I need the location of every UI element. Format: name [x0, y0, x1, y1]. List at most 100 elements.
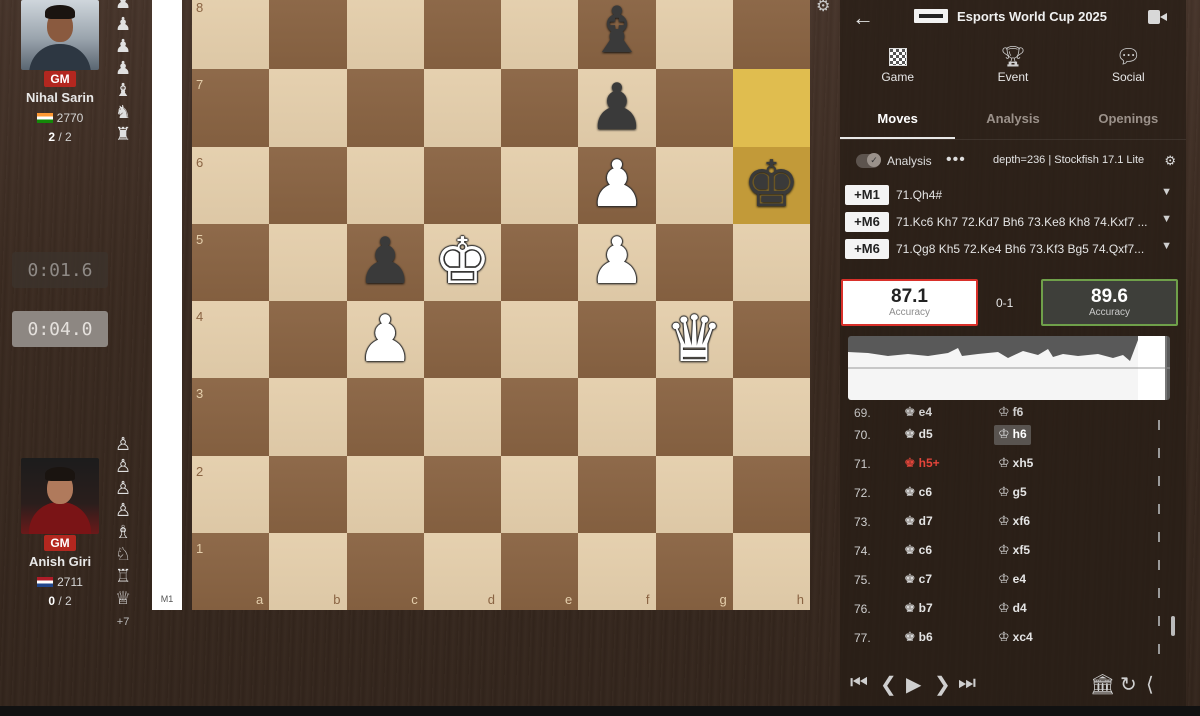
last-move-icon[interactable]: ⏭ [958, 672, 976, 695]
tab-event[interactable]: 🏆︎ Event [955, 44, 1070, 84]
more-options-icon[interactable]: ••• [946, 151, 966, 169]
move-list-scrollbar[interactable] [1171, 616, 1175, 636]
square-e5[interactable] [501, 223, 579, 301]
square-h1[interactable]: h [732, 532, 810, 610]
white-accuracy[interactable]: 87.1 Accuracy [841, 279, 978, 326]
square-d8[interactable] [423, 0, 501, 70]
black-move[interactable]: ♔ h6 [994, 425, 1031, 445]
previous-move-icon[interactable]: ❮ [880, 672, 897, 697]
square-b8[interactable] [269, 0, 347, 70]
square-g2[interactable] [655, 455, 733, 533]
square-b3[interactable] [269, 378, 347, 456]
square-f4[interactable] [578, 301, 656, 379]
square-a7[interactable]: 7 [192, 69, 270, 147]
square-d1[interactable]: d [423, 532, 501, 610]
tab-analysis[interactable]: Analysis [955, 100, 1070, 139]
flip-board-icon[interactable]: ↻ [1120, 672, 1137, 697]
chevron-down-icon[interactable]: ▼ [1161, 240, 1172, 252]
black-king-icon[interactable]: ♚ [743, 153, 800, 217]
square-e2[interactable] [501, 455, 579, 533]
square-f7[interactable]: ♟ [578, 69, 656, 147]
square-g7[interactable] [655, 69, 733, 147]
square-g6[interactable] [655, 146, 733, 224]
square-h2[interactable] [732, 455, 810, 533]
square-e1[interactable]: e [501, 532, 579, 610]
square-c2[interactable] [346, 455, 424, 533]
white-move[interactable]: ♚ b6 [900, 628, 937, 648]
square-b1[interactable]: b [269, 532, 347, 610]
black-bishop-icon[interactable]: ♝ [588, 0, 645, 63]
square-e4[interactable] [501, 301, 579, 379]
square-f5[interactable]: ♟ [578, 223, 656, 301]
white-pawn-icon[interactable]: ♟ [356, 308, 413, 372]
chevron-down-icon[interactable]: ▼ [1161, 213, 1172, 225]
share-icon[interactable]: ⟨ [1146, 672, 1154, 697]
square-f6[interactable]: ♟ [578, 146, 656, 224]
engine-line[interactable]: +M6 71.Qg8 Kh5 72.Ke4 Bh6 73.Kf3 Bg5 74.… [840, 238, 1186, 262]
square-c7[interactable] [346, 69, 424, 147]
square-a3[interactable]: 3 [192, 378, 270, 456]
white-move[interactable]: ♚ h5+ [900, 454, 944, 474]
square-c1[interactable]: c [346, 532, 424, 610]
black-pawn-icon[interactable]: ♟ [588, 76, 645, 140]
tab-game[interactable]: Game [840, 44, 955, 84]
event-title[interactable]: Esports World Cup 2025 [957, 9, 1107, 24]
white-move[interactable]: ♚ b7 [900, 599, 937, 619]
square-d4[interactable] [423, 301, 501, 379]
video-camera-icon[interactable] [1148, 10, 1167, 24]
square-g8[interactable] [655, 0, 733, 70]
black-move[interactable]: ♔ xh5 [994, 454, 1037, 474]
engine-settings-gear-icon[interactable]: ⚙ [1164, 153, 1176, 169]
square-d7[interactable] [423, 69, 501, 147]
square-c6[interactable] [346, 146, 424, 224]
square-a1[interactable]: 1a [192, 532, 270, 610]
square-d5[interactable]: ♚ [423, 223, 501, 301]
black-move[interactable]: ♔ xf5 [994, 541, 1034, 561]
square-h5[interactable] [732, 223, 810, 301]
black-move[interactable]: ♔ d4 [994, 599, 1031, 619]
square-f1[interactable]: f [578, 532, 656, 610]
black-move[interactable]: ♔ g5 [994, 483, 1031, 503]
square-h4[interactable] [732, 301, 810, 379]
player-top-avatar[interactable] [21, 0, 99, 70]
engine-line[interactable]: +M6 71.Kc6 Kh7 72.Kd7 Bh6 73.Ke8 Kh8 74.… [840, 211, 1186, 235]
square-a4[interactable]: 4 [192, 301, 270, 379]
engine-line[interactable]: +M1 71.Qh4# ▼ [840, 184, 1186, 208]
black-move[interactable]: ♔ e4 [994, 570, 1030, 590]
black-move[interactable]: ♔ xf6 [994, 512, 1034, 532]
white-pawn-icon[interactable]: ♟ [588, 230, 645, 294]
player-bottom-avatar[interactable] [21, 458, 99, 534]
square-g4[interactable]: ♛ [655, 301, 733, 379]
square-h6[interactable]: ♚ [732, 146, 810, 224]
square-h8[interactable] [732, 0, 810, 70]
tab-openings[interactable]: Openings [1071, 100, 1186, 139]
tab-moves[interactable]: Moves [840, 100, 956, 139]
square-f8[interactable]: ♝ [578, 0, 656, 70]
white-queen-icon[interactable]: ♛ [665, 308, 722, 372]
square-g1[interactable]: g [655, 532, 733, 610]
square-g5[interactable] [655, 223, 733, 301]
play-icon[interactable]: ▶ [906, 672, 921, 697]
square-b7[interactable] [269, 69, 347, 147]
library-icon[interactable]: 🏛︎ [1090, 672, 1115, 697]
square-b2[interactable] [269, 455, 347, 533]
square-e6[interactable] [501, 146, 579, 224]
square-e8[interactable] [501, 0, 579, 70]
square-f3[interactable] [578, 378, 656, 456]
square-b5[interactable] [269, 223, 347, 301]
white-king-icon[interactable]: ♚ [434, 230, 491, 294]
square-e3[interactable] [501, 378, 579, 456]
tab-social[interactable]: 💬︎ Social [1071, 44, 1186, 84]
square-d6[interactable] [423, 146, 501, 224]
square-a8[interactable]: 8 [192, 0, 270, 70]
board-settings-gear-icon[interactable]: ⚙ [816, 0, 830, 16]
first-move-icon[interactable]: ⏮ [850, 672, 868, 695]
square-h7[interactable] [732, 69, 810, 147]
white-move[interactable]: ♚ c6 [900, 541, 936, 561]
white-pawn-icon[interactable]: ♟ [588, 153, 645, 217]
player-top-name[interactable]: Nihal Sarin [20, 90, 100, 105]
square-b4[interactable] [269, 301, 347, 379]
analysis-toggle[interactable] [856, 153, 881, 168]
white-move[interactable]: ♚ c6 [900, 483, 936, 503]
square-a2[interactable]: 2 [192, 455, 270, 533]
